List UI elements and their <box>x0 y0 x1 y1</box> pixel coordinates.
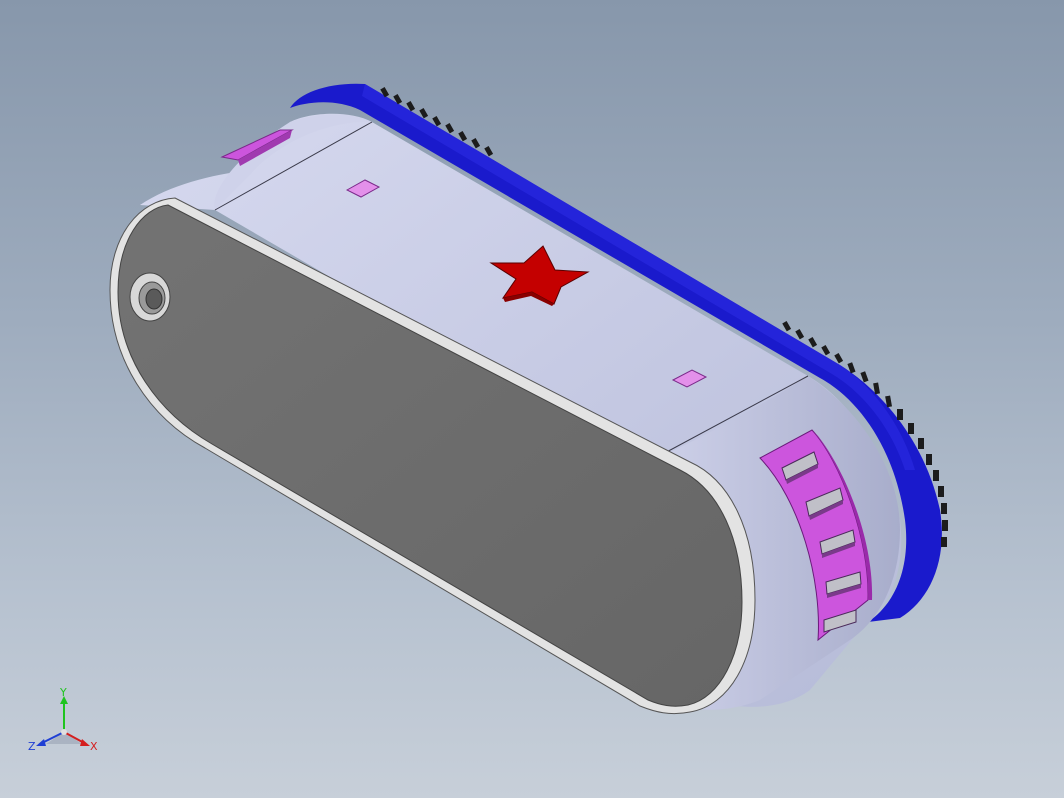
mounting-hole[interactable] <box>129 272 171 322</box>
triad-origin <box>61 729 67 735</box>
y-axis-label: Y <box>59 686 67 699</box>
x-axis-label: X <box>90 740 98 753</box>
y-axis <box>60 696 68 732</box>
model-view[interactable] <box>0 0 1064 798</box>
z-axis-label: Z <box>28 740 36 753</box>
orientation-triad[interactable]: Y X Z <box>24 684 104 764</box>
cad-viewport[interactable]: Y X Z <box>0 0 1064 798</box>
